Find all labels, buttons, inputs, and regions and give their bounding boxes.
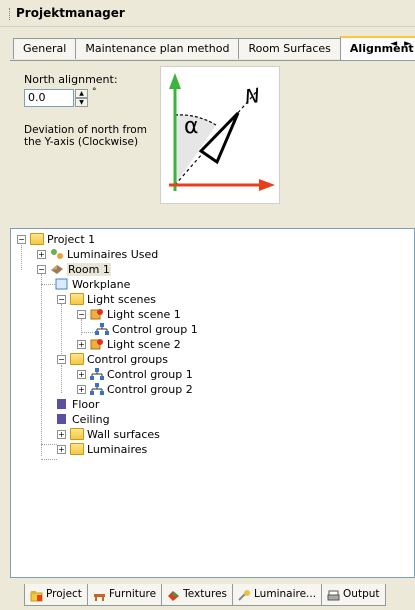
expand-icon[interactable]: +: [77, 370, 86, 379]
alignment-panel: North alignment: 0.0 ▲ ▼ ° Deviation of …: [10, 60, 415, 205]
bottom-tab-textures[interactable]: Textures: [161, 584, 234, 606]
spin-down-icon[interactable]: ▼: [75, 98, 88, 107]
expand-icon[interactable]: +: [57, 430, 66, 439]
expand-icon[interactable]: +: [37, 250, 46, 259]
control-group-icon: [95, 323, 109, 335]
panel-splitter[interactable]: [0, 206, 415, 228]
tree-node-floor[interactable]: Floor: [55, 397, 99, 412]
tab-strip: General Maintenance plan method Room Sur…: [13, 36, 415, 60]
north-label: N: [243, 83, 261, 109]
collapse-icon[interactable]: −: [57, 295, 66, 304]
tree-node-ceiling[interactable]: Ceiling: [55, 412, 110, 427]
workplane-icon: [55, 278, 69, 290]
spin-up-icon[interactable]: ▲: [75, 89, 88, 98]
control-group-icon: [90, 383, 104, 395]
project-tree[interactable]: − Project 1 + Luminaires Used − Room 1 W…: [10, 228, 415, 578]
textures-icon: [167, 589, 180, 601]
collapse-icon[interactable]: −: [17, 235, 26, 244]
folder-icon: [70, 293, 84, 305]
furniture-icon: [93, 589, 106, 601]
collapse-icon[interactable]: −: [57, 355, 66, 364]
drag-grip-icon[interactable]: [9, 8, 12, 20]
alpha-label: α: [184, 114, 199, 139]
light-scene-icon: [90, 338, 104, 350]
north-description: Deviation of north from the Y-axis (Cloc…: [24, 124, 147, 148]
north-diagram-svg: α N: [169, 73, 275, 191]
folder-icon: [70, 353, 84, 365]
north-alignment-diagram: α N: [160, 66, 280, 204]
tab-row: General Maintenance plan method Room Sur…: [0, 30, 415, 60]
tree-node-workplane[interactable]: Workplane: [55, 277, 130, 292]
north-alignment-spinner[interactable]: ▲ ▼: [75, 89, 88, 107]
north-alignment-input[interactable]: 0.0: [24, 89, 74, 107]
tab-maintenance-plan-method[interactable]: Maintenance plan method: [75, 38, 240, 59]
bottom-tab-luminaire[interactable]: Luminaire...: [232, 584, 323, 606]
project-icon: [30, 589, 43, 601]
bottom-tab-furniture[interactable]: Furniture: [86, 584, 163, 606]
collapse-icon[interactable]: −: [37, 265, 46, 274]
collapse-icon[interactable]: −: [77, 310, 86, 319]
tab-scroll-arrows-icon[interactable]: ◄ ►: [390, 39, 413, 49]
expand-icon[interactable]: +: [77, 340, 86, 349]
floor-icon: [55, 398, 69, 410]
control-group-icon: [90, 368, 104, 380]
folder-icon: [30, 233, 44, 245]
bottom-tab-strip: Project Furniture Textures Luminaire... …: [10, 584, 415, 608]
room-icon: [50, 263, 64, 275]
tab-general[interactable]: General: [13, 38, 77, 59]
ceiling-icon: [55, 413, 69, 425]
bottom-tab-project[interactable]: Project: [24, 584, 88, 606]
expand-icon[interactable]: +: [57, 445, 66, 454]
folder-icon: [70, 443, 84, 455]
north-alignment-label: North alignment:: [24, 73, 118, 86]
light-scene-icon: [90, 308, 104, 320]
degree-unit: °: [92, 87, 97, 97]
tree-node-light-scene-1-control-group-1[interactable]: Control group 1: [95, 322, 198, 337]
title-bar: Projektmanager: [0, 0, 415, 27]
expand-icon[interactable]: +: [77, 385, 86, 394]
luminaire-icon: [238, 589, 251, 601]
tab-room-surfaces[interactable]: Room Surfaces: [238, 38, 341, 59]
luminaires-used-icon: [50, 248, 64, 260]
window-title: Projektmanager: [16, 6, 125, 20]
bottom-tab-output[interactable]: Output: [321, 584, 386, 606]
output-icon: [327, 589, 340, 601]
folder-icon: [70, 428, 84, 440]
